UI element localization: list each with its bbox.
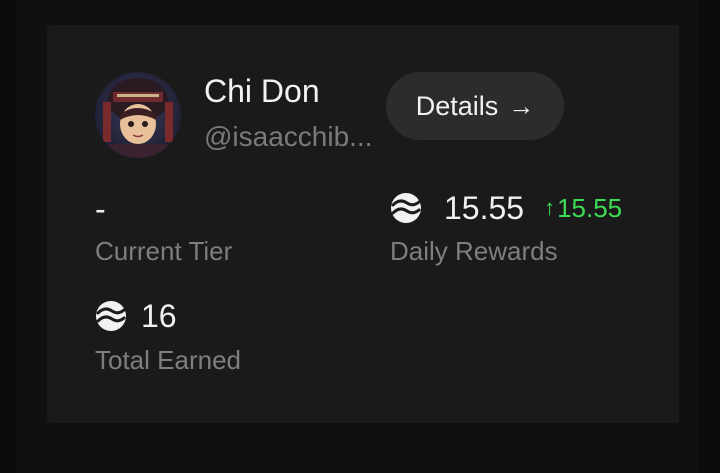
current-tier-label: Current Tier xyxy=(95,236,233,266)
daily-rewards-delta-value: 15.55 xyxy=(557,193,623,223)
total-earned-label: Total Earned xyxy=(95,345,241,375)
daily-rewards-row: 15.55 ↑ 15.55 xyxy=(390,189,622,227)
avatar[interactable] xyxy=(95,72,181,158)
profile-handle: @isaacchib... xyxy=(204,121,373,152)
total-earned-row: 16 xyxy=(95,297,177,335)
total-earned-value: 16 xyxy=(141,298,177,334)
details-button-label: Details xyxy=(415,90,499,121)
up-arrow-icon: ↑ xyxy=(544,195,556,220)
earnings-card: Chi Don @isaacchib... Details → - Curren… xyxy=(47,25,679,423)
avatar-image xyxy=(95,72,181,158)
daily-rewards-value: 15.55 xyxy=(444,190,525,226)
daily-rewards-delta: ↑ 15.55 xyxy=(544,189,622,227)
details-button[interactable]: Details → xyxy=(386,72,564,140)
daily-rewards-label: Daily Rewards xyxy=(390,236,558,266)
arrow-right-icon: → xyxy=(508,91,535,121)
profile-name: Chi Don xyxy=(204,73,320,109)
token-coin-icon xyxy=(390,192,422,224)
token-coin-icon xyxy=(95,300,127,332)
current-tier-value: - xyxy=(95,191,106,227)
